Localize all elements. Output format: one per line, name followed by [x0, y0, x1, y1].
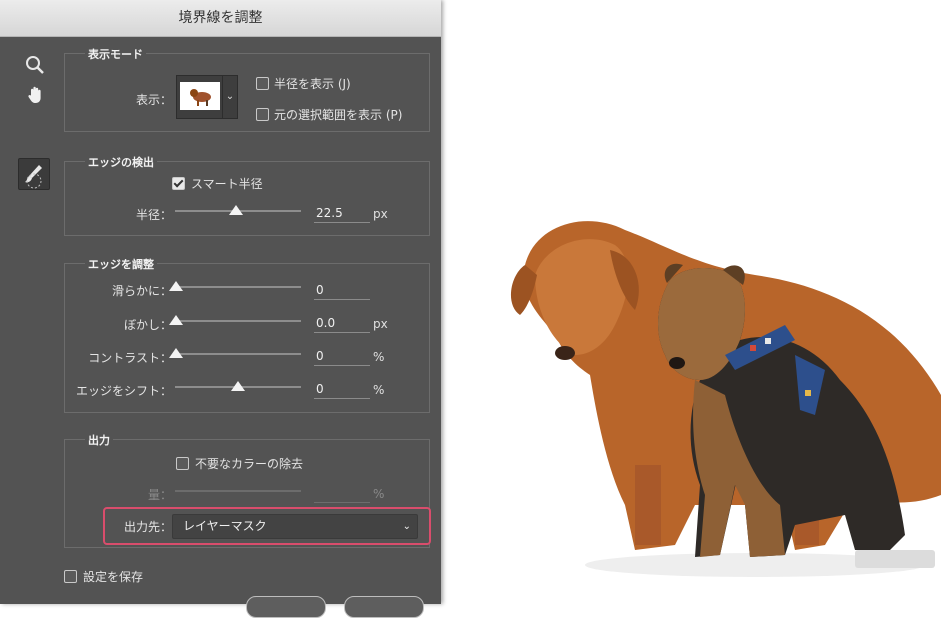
adjust-edge-title: エッジを調整 — [85, 256, 157, 272]
feather-slider[interactable] — [175, 320, 301, 322]
contrast-value[interactable]: 0 — [314, 348, 370, 366]
smooth-slider[interactable] — [175, 286, 301, 288]
contrast-unit: % — [373, 350, 385, 364]
radius-slider-thumb[interactable] — [229, 205, 243, 215]
view-label: 表示： — [135, 93, 172, 107]
view-thumbnail[interactable] — [176, 75, 224, 119]
amount-value — [314, 485, 370, 503]
remember-settings-label: 設定を保存 — [83, 570, 144, 584]
amount-slider — [175, 490, 301, 492]
feather-unit: px — [373, 317, 388, 331]
refine-brush-icon[interactable] — [18, 158, 50, 190]
amount-unit: % — [373, 487, 385, 501]
radius-label: 半径： — [135, 208, 172, 222]
remember-settings-checkbox[interactable] — [64, 570, 77, 583]
edge-detection-group — [64, 161, 430, 236]
chevron-down-icon: ⌄ — [402, 521, 411, 532]
smooth-slider-thumb[interactable] — [169, 281, 183, 291]
chevron-down-icon[interactable]: ⌄ — [222, 75, 238, 119]
amount-label: 量： — [147, 488, 172, 502]
search-icon[interactable] — [25, 55, 45, 80]
feather-value[interactable]: 0.0 — [314, 315, 370, 333]
show-radius-label: 半径を表示 (J) — [274, 77, 351, 91]
feather-slider-thumb[interactable] — [169, 315, 183, 325]
view-thumbnail-image — [180, 82, 220, 110]
hand-icon[interactable] — [26, 85, 46, 110]
show-original-checkbox[interactable] — [256, 108, 269, 121]
show-original-label: 元の選択範囲を表示 (P) — [274, 108, 403, 122]
feather-label: ぼかし： — [123, 318, 172, 332]
contrast-slider[interactable] — [175, 353, 301, 355]
output-to-value: レイヤーマスク — [183, 519, 267, 533]
radius-unit: px — [373, 207, 388, 221]
contrast-slider-thumb[interactable] — [169, 348, 183, 358]
show-radius-checkbox[interactable] — [256, 77, 269, 90]
output-to-label: 出力先： — [123, 520, 172, 534]
canvas-image — [495, 205, 941, 600]
shift-edge-value[interactable]: 0 — [314, 381, 370, 399]
contrast-label: コントラスト： — [88, 351, 172, 365]
dialog-title: 境界線を調整 — [0, 0, 441, 37]
shift-edge-slider-thumb[interactable] — [231, 381, 245, 391]
refine-edge-dialog: 境界線を調整 表示モード 表示： ⌄ 半径を表示 (J) 元の選択範囲を表示 (… — [0, 0, 441, 618]
smart-radius-label: スマート半径 — [191, 177, 263, 191]
smooth-label: 滑らかに： — [111, 284, 172, 298]
decontaminate-label: 不要なカラーの除去 — [195, 457, 304, 471]
edge-detection-title: エッジの検出 — [85, 154, 157, 170]
view-mode-title: 表示モード — [85, 46, 146, 62]
radius-value[interactable]: 22.5 — [314, 205, 370, 223]
smart-radius-checkbox[interactable] — [172, 177, 185, 190]
shift-edge-label: エッジをシフト： — [75, 384, 172, 398]
shift-edge-unit: % — [373, 383, 385, 397]
ok-button[interactable] — [344, 596, 424, 618]
output-title: 出力 — [85, 432, 113, 448]
smooth-value[interactable]: 0 — [314, 282, 370, 300]
decontaminate-checkbox[interactable] — [176, 457, 189, 470]
output-to-select[interactable]: レイヤーマスク ⌄ — [172, 514, 418, 539]
cancel-button[interactable] — [246, 596, 326, 618]
